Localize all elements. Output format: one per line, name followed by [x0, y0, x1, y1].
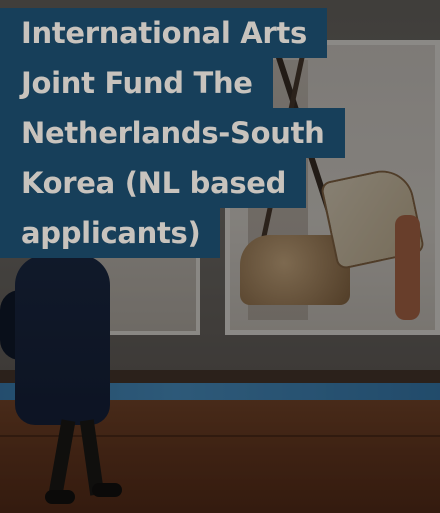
title-line: applicants): [0, 208, 221, 258]
fund-card[interactable]: International Arts Joint Fund The Nether…: [0, 0, 440, 513]
title-line: Korea (NL based: [0, 158, 307, 208]
title-line: Netherlands-South: [0, 108, 345, 158]
title-line: Joint Fund The: [0, 58, 273, 108]
card-title[interactable]: International Arts Joint Fund The Nether…: [0, 8, 345, 258]
title-line: International Arts: [0, 8, 327, 58]
